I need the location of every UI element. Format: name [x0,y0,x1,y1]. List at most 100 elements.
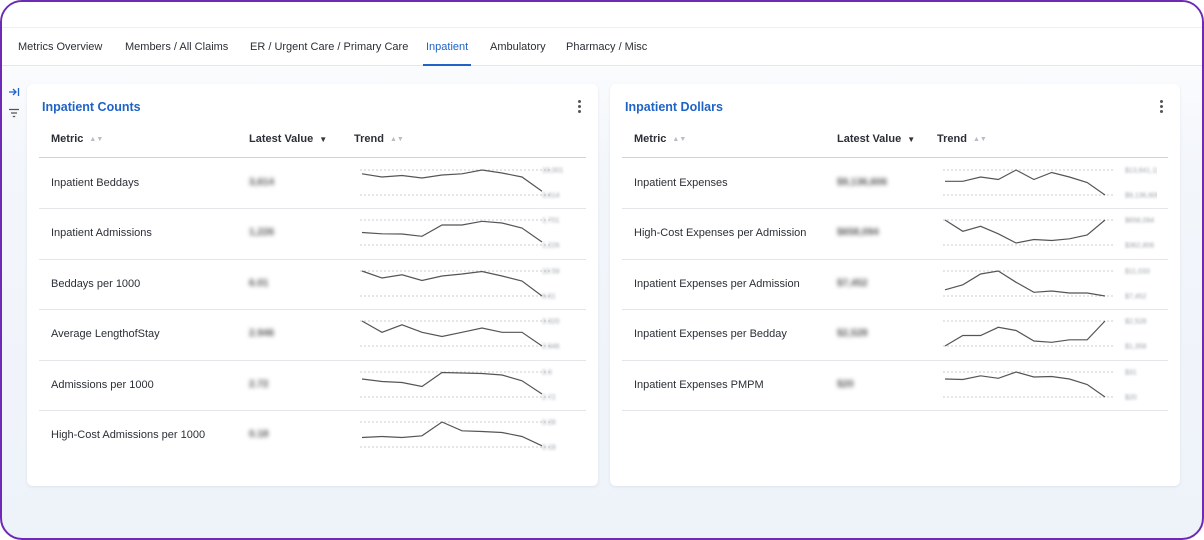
sparkline-max-label: 3.320 [542,319,560,326]
trend-sparkline: $2,528 $1,358 [943,319,1147,351]
sparkline-series [361,371,543,395]
column-header-label: Trend [937,133,967,145]
table-row[interactable]: Beddays per 1000 6.01 10.59 6.01 [27,259,598,311]
sparkline-max-label: 3.3 [542,369,552,376]
sort-icon[interactable]: ▲▼ [390,136,404,143]
trend-sparkline: 1,701 1,226 [360,218,560,250]
sparkline-min-label: 2.946 [542,344,560,351]
tab-metrics-overview[interactable]: Metrics Overview [18,28,102,66]
column-header-label: Trend [354,133,384,145]
top-strip [2,2,1202,28]
sparkline-max-label: $11,033 [1125,268,1150,275]
inpatient-counts-panel: Inpatient Counts Metric ▲▼ Latest Value ▼ … [27,84,598,486]
table-row[interactable]: High-Cost Expenses per Admission $658,094… [610,208,1180,260]
sparkline-series [944,270,1106,297]
latest-value: 3,614 [249,177,275,188]
metric-name: Inpatient Admissions [51,227,152,240]
table-row[interactable]: Admissions per 1000 2.72 3.3 2.72 [27,360,598,411]
panel-title: Inpatient Dollars [625,100,723,114]
sparkline-max-label: $13,641,115 [1125,168,1157,175]
trend-sparkline: 19,001 3,614 [360,168,564,200]
table-row[interactable]: Inpatient Expenses PMPM $20 $31 $20 [610,360,1180,411]
latest-value: 1,226 [249,227,275,239]
latest-value: 6.01 [249,277,269,289]
metric-name: High-Cost Admissions per 1000 [51,429,206,441]
trend-sparkline: 3.3 2.72 [360,369,556,401]
sparkline-min-label: $362,806 [1125,243,1154,250]
table-row[interactable]: Inpatient Beddays 3,614 19,001 3,614 [27,158,598,210]
kebab-menu-icon[interactable] [574,100,584,116]
sparkline-max-label: 0.28 [542,420,556,427]
table-row[interactable]: Inpatient Expenses per Admission $7,452 $1… [610,259,1180,311]
sparkline-min-label: $20 [1125,394,1137,401]
trend-sparkline: $658,094 $362,806 [943,218,1154,250]
metric-name: Beddays per 1000 [51,277,141,290]
inpatient-dollars-panel: Inpatient Dollars Metric ▲▼ Latest Value ▼… [610,84,1180,486]
kebab-menu-icon[interactable] [1156,100,1166,116]
sort-icon[interactable]: ▲▼ [973,136,987,143]
column-header-latest-value[interactable]: Latest Value ▼ [249,133,327,147]
tab-er-urgent-primary-care[interactable]: ER / Urgent Care / Primary Care [250,28,408,66]
sparkline-min-label: 1,226 [542,243,560,250]
collapse-sidebar-icon[interactable] [8,87,22,101]
sparkline-min-label: $7,452 [1125,293,1147,300]
sort-desc-icon[interactable]: ▼ [907,135,915,144]
trend-sparkline: $13,641,115 $9,136,606 [943,168,1157,200]
tab-inpatient[interactable]: Inpatient [422,28,472,66]
filter-icon[interactable] [8,108,22,122]
metric-name: Average LengthofStay [51,328,160,341]
sparkline-min-label: 3,614 [542,193,560,200]
sparkline-max-label: $31 [1125,369,1137,376]
column-header-trend[interactable]: Trend ▲▼ [354,133,404,147]
trend-sparkline: $31 $20 [943,369,1137,401]
sparkline-series [361,221,543,243]
sparkline-min-label: 2.72 [542,394,556,401]
trend-sparkline: $11,033 $7,452 [943,268,1150,300]
column-header-trend[interactable]: Trend ▲▼ [937,133,987,147]
tab-pharmacy-misc[interactable]: Pharmacy / Misc [566,28,647,66]
table-row[interactable]: Inpatient Expenses per Bedday $2,528 $2,52… [610,309,1180,361]
panel-title: Inpatient Counts [42,100,141,114]
metric-name: Inpatient Expenses PMPM [634,378,764,391]
sparkline-max-label: 1,701 [542,218,560,225]
sparkline-series [944,219,1106,245]
sparkline-min-label: 0.18 [542,445,556,452]
column-header-latest-value[interactable]: Latest Value ▼ [837,133,915,147]
sparkline-series [361,270,543,297]
sparkline-max-label: $658,094 [1125,218,1154,225]
latest-value: 0.18 [249,429,269,440]
sort-icon[interactable]: ▲▼ [672,136,686,143]
table-row[interactable]: High-Cost Admissions per 1000 0.18 0.28 0.1… [27,410,598,460]
table-row[interactable]: Inpatient Admissions 1,226 1,701 1,226 [27,208,598,260]
sparkline-series [361,169,543,192]
latest-value: $658,094 [837,227,879,239]
column-header-label: Latest Value [837,133,902,145]
sparkline-max-label: $2,528 [1125,319,1147,326]
sparkline-series [361,320,543,347]
metric-name: Inpatient Expenses per Bedday [634,328,787,341]
sort-desc-icon[interactable]: ▼ [319,135,327,144]
latest-value: $9,136,606 [837,177,888,188]
tab-ambulatory[interactable]: Ambulatory [490,28,546,66]
sort-icon[interactable]: ▲▼ [89,136,103,143]
sparkline-max-label: 19,001 [542,168,564,175]
column-header-metric[interactable]: Metric ▲▼ [634,133,686,147]
metric-name: Inpatient Beddays [51,177,140,189]
latest-value: $20 [837,378,854,390]
column-header-label: Metric [634,133,667,145]
metric-name: Admissions per 1000 [51,378,154,391]
metric-name: Inpatient Expenses per Admission [634,277,800,290]
latest-value: $7,452 [837,277,868,289]
table-row[interactable]: Inpatient Expenses $9,136,606 $13,641,115$… [610,158,1180,210]
column-header-metric[interactable]: Metric ▲▼ [51,133,103,147]
table-row[interactable]: Average LengthofStay 2.946 3.320 2.946 [27,309,598,361]
latest-value: 2.72 [249,378,269,390]
metric-name: Inpatient Expenses [634,177,728,189]
tab-bar: Metrics Overview Members / All Claims ER… [2,28,1202,66]
sparkline-min-label: $1,358 [1125,344,1147,351]
column-header-label: Latest Value [249,133,314,145]
row-divider [622,409,1168,411]
sparkline-min-label: 6.01 [542,293,556,300]
tab-members-all-claims[interactable]: Members / All Claims [125,28,228,66]
sparkline-series [945,169,1106,196]
